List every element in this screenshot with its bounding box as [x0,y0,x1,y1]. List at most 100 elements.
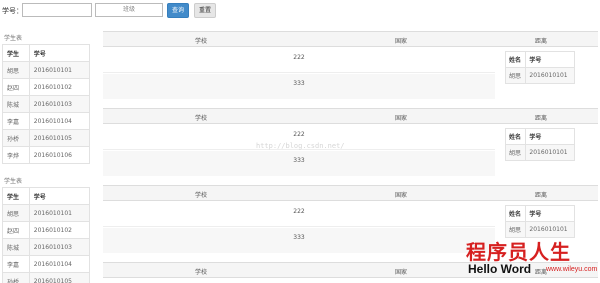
table-header-row: 学生 学号 [2,187,91,205]
csdn-watermark: http://blog.csdn.net/ [256,142,345,150]
country-header: 国家 [395,38,408,45]
school-value: 333 [293,234,305,241]
column-header: 学号 [28,187,91,205]
column-header: 学号 [525,128,575,145]
country-header: 国家 [395,269,408,276]
table-row[interactable]: 赵四 2016010102 [2,78,91,96]
student-id: 2016010102 [28,78,91,96]
logo-title-cn: 程序员人生 [466,240,571,264]
block-header: 学校 国家 距离 [103,31,598,47]
table-row[interactable]: 孙桥 2016010105 [2,129,91,147]
column-header: 姓名 [504,128,527,145]
student-table: 学生 学号 胡思 2016010101 赵四 2016010102 陈城 201601… [2,44,91,164]
table-row[interactable]: 陈城 2016010103 [2,238,91,256]
school-value: 222 [293,208,305,215]
table-header-row: 姓名 学号 [504,205,575,222]
reset-button[interactable]: 重置 [194,3,216,18]
block-header: 学校 国家 距离 [103,108,598,124]
student-name: 陈城 [2,238,30,256]
logo-title-en: Hello Word [468,262,532,276]
table-row[interactable]: 胡思 2016010101 [504,67,575,84]
school-value: 333 [293,80,305,87]
table-row[interactable]: 李嘉 2016010104 [2,255,91,273]
column-header: 学生 [2,44,30,62]
student-id: 2016010104 [28,112,91,130]
column-header: 姓名 [504,205,527,222]
table-header-row: 学生 学号 [2,44,91,62]
student-name: 赵四 [2,221,30,239]
school-header: 学校 [195,38,208,45]
school-row[interactable]: 333 [103,151,495,176]
student-name: 胡思 [2,61,30,79]
student-name: 赵四 [2,78,30,96]
table-row[interactable]: 胡思 2016010101 [2,61,91,79]
query-button[interactable]: 查询 [167,3,189,18]
table-row[interactable]: 李烨 2016010106 [2,146,91,164]
school-header: 学校 [195,192,208,199]
school-value: 222 [293,54,305,61]
school-header: 学校 [195,115,208,122]
student-name: 胡思 [504,67,527,84]
student-id: 2016010104 [28,255,91,273]
school-row[interactable]: 222 [103,202,495,227]
student-mini-table: 姓名 学号 胡思 2016010101 [504,205,575,238]
student-list-caption: 学生表 [4,35,23,42]
table-header-row: 姓名 学号 [504,51,575,68]
table-row[interactable]: 胡思 2016010101 [504,144,575,161]
student-id: 2016010101 [525,144,575,161]
school-row[interactable]: 222 [103,48,495,73]
student-name: 李嘉 [2,112,30,130]
student-id: 2016010105 [28,129,91,147]
table-row[interactable]: 陈城 2016010103 [2,95,91,113]
column-header: 学号 [525,51,575,68]
column-header: 姓名 [504,51,527,68]
school-row[interactable]: 333 [103,74,495,99]
distance-header: 距离 [535,38,548,45]
student-name: 孙桥 [2,272,30,283]
student-id: 2016010101 [28,61,91,79]
school-header: 学校 [195,269,208,276]
school-value: 333 [293,157,305,164]
school-row[interactable]: 333 [103,228,495,253]
student-table: 学生 学号 胡思 2016010101 赵四 2016010102 陈城 201601… [2,187,91,283]
student-name: 胡思 [2,204,30,222]
student-mini-table: 姓名 学号 胡思 2016010101 [504,128,575,161]
student-list-2: 学生表 学生 学号 胡思 2016010101 赵四 2016010102 陈城 20… [2,176,91,283]
student-name: 胡思 [504,144,527,161]
student-list-caption: 学生表 [4,178,23,185]
student-id: 2016010101 [28,204,91,222]
table-row[interactable]: 胡思 2016010101 [2,204,91,222]
distance-header: 距离 [535,192,548,199]
country-header: 国家 [395,115,408,122]
table-row[interactable]: 孙桥 2016010105 [2,272,91,283]
student-mini-table: 姓名 学号 胡思 2016010101 [504,51,575,84]
country-header: 国家 [395,192,408,199]
student-name: 孙桥 [2,129,30,147]
site-logo-watermark: 程序员人生 Hello Word www.wileyu.com [466,236,598,282]
student-id: 2016010103 [28,95,91,113]
school-block-1: 学校 国家 距离 222 333 姓名 学号 胡思 2016010101 [103,31,598,103]
student-name: 李嘉 [2,255,30,273]
student-list-1: 学生表 学生 学号 胡思 2016010101 赵四 2016010102 陈城 20… [2,33,91,164]
student-id: 2016010102 [28,221,91,239]
student-name: 陈城 [2,95,30,113]
student-id: 2016010105 [28,272,91,283]
student-id: 2016010103 [28,238,91,256]
student-id: 2016010101 [525,67,575,84]
block-header: 学校 国家 距离 [103,185,598,201]
column-header: 学生 [2,187,30,205]
student-id: 2016010106 [28,146,91,164]
school-value: 222 [293,131,305,138]
table-header-row: 姓名 学号 [504,128,575,145]
table-row[interactable]: 李嘉 2016010104 [2,112,91,130]
class-input[interactable]: 班级 [95,3,163,17]
logo-domain: www.wileyu.com [546,266,598,273]
column-header: 学号 [28,44,91,62]
column-header: 学号 [525,205,575,222]
table-row[interactable]: 赵四 2016010102 [2,221,91,239]
distance-header: 距离 [535,115,548,122]
student-id-label: 学号： [2,7,23,15]
student-id-input[interactable] [22,3,92,17]
school-block-2: 学校 国家 距离 222 333 姓名 学号 胡思 2016010101 [103,108,598,180]
search-bar: 学号： 班级 查询 重置 [0,0,600,20]
